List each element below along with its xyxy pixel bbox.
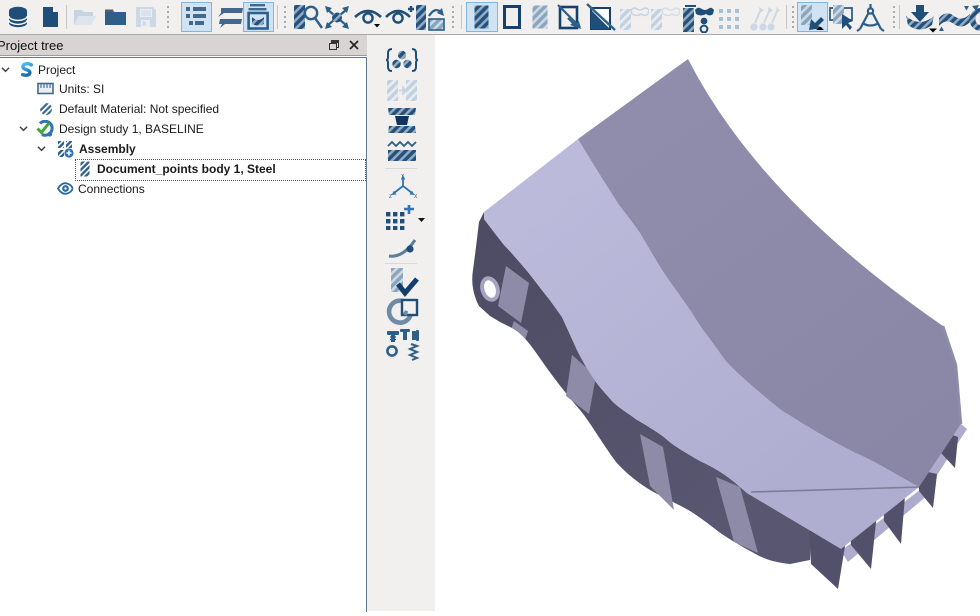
svg-text:Z: Z: [389, 194, 392, 199]
svg-text:X: X: [414, 194, 418, 199]
